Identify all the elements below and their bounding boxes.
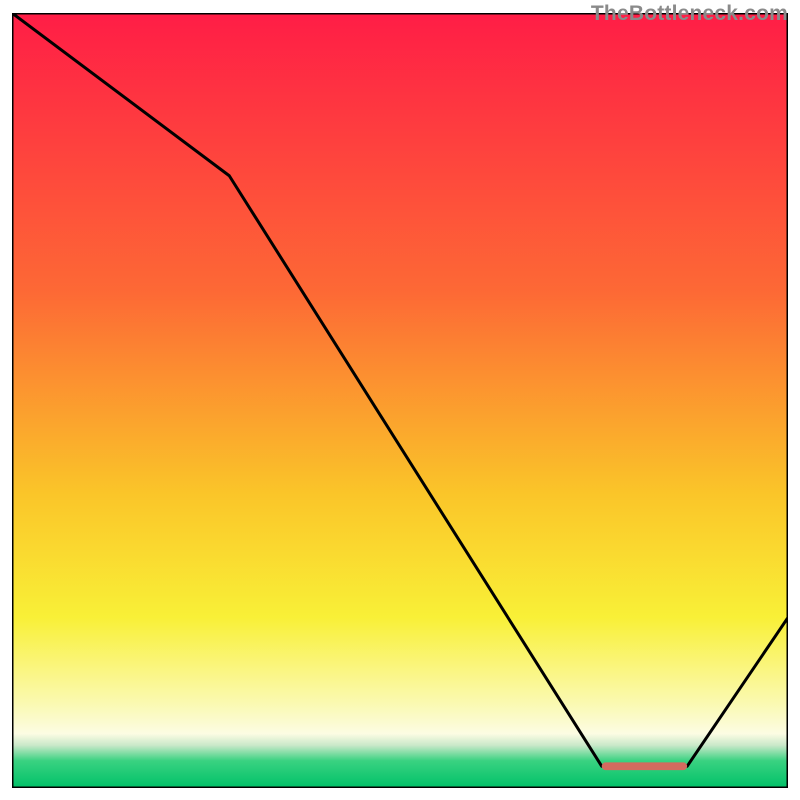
chart-container xyxy=(12,13,788,788)
optimal-range-marker xyxy=(602,762,687,770)
watermark-text: TheBottleneck.com xyxy=(591,2,788,26)
chart-background-gradient xyxy=(12,13,788,788)
chart-svg xyxy=(12,13,788,788)
